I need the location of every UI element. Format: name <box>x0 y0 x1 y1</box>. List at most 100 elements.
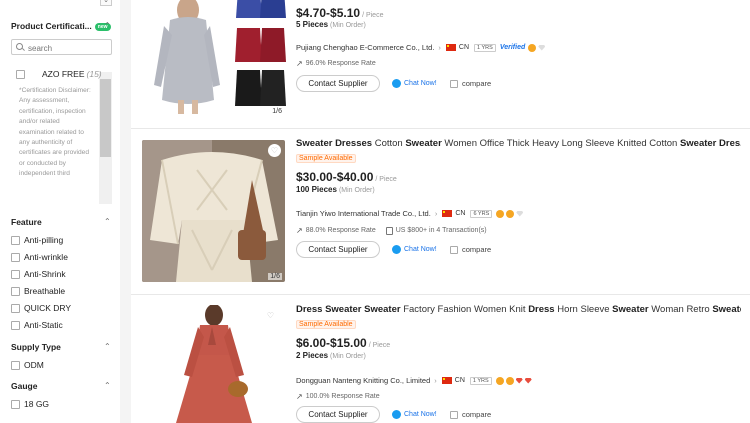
option-label: Anti-Shrink <box>24 269 66 279</box>
gauge-heading[interactable]: Gauge <box>11 381 37 391</box>
checkbox[interactable] <box>11 269 20 279</box>
checkbox[interactable] <box>11 399 20 409</box>
chat-bubble-icon <box>392 245 401 254</box>
scrollbar-thumb[interactable] <box>100 79 111 157</box>
favorite-heart-icon[interactable]: ♡ <box>268 144 281 157</box>
chat-now-button[interactable]: Chat Now! <box>392 79 437 88</box>
product-price: $30.00-$40.00/ Piece <box>296 170 397 184</box>
certification-disclaimer: *Certification Disclaimer: Any assessmen… <box>19 87 91 178</box>
certification-search-input[interactable] <box>11 39 112 55</box>
chat-bubble-icon <box>392 79 401 88</box>
supply-type-heading[interactable]: Supply Type <box>11 342 61 352</box>
divider <box>131 294 750 295</box>
response-arrow-icon: ↗ <box>296 226 303 235</box>
chat-label: Chat Now! <box>404 411 437 418</box>
checkbox[interactable] <box>11 286 20 296</box>
title-part: Cotton <box>372 138 406 149</box>
product-photo <box>148 0 287 117</box>
feature-option-anti-static[interactable]: Anti-Static <box>11 320 63 330</box>
option-label: ODM <box>24 360 44 370</box>
min-order: 2 Pieces (Min Order) <box>296 351 366 360</box>
title-part: Factory Fashion Women Knit <box>400 304 529 315</box>
product-image[interactable]: ♡ 1/6 <box>142 140 285 282</box>
title-part: Sweater <box>612 304 649 315</box>
moq-value: 100 Pieces <box>296 185 337 194</box>
response-rate-text: 96.0% Response Rate <box>305 60 376 67</box>
certification-filter-heading[interactable]: Product Certificati... new <box>11 21 111 31</box>
compare-label: compare <box>462 245 492 254</box>
supplier-name-link[interactable]: Dongguan Nanteng Knitting Co., Limited <box>296 376 430 385</box>
title-part: Woman Retro <box>648 304 713 315</box>
chat-now-button[interactable]: Chat Now! <box>392 245 437 254</box>
compare-toggle[interactable]: compare <box>450 410 491 419</box>
feature-option-anti-wrinkle[interactable]: Anti-wrinkle <box>11 252 68 262</box>
favorite-heart-icon[interactable]: ♡ <box>264 309 277 322</box>
response-rate: ↗ 88.0% Response Rate US $800+ in 4 Trans… <box>296 226 487 235</box>
compare-checkbox[interactable] <box>450 79 458 88</box>
product-photo <box>148 305 281 423</box>
checkbox[interactable] <box>11 320 20 330</box>
compare-checkbox[interactable] <box>450 245 458 254</box>
sample-available-badge: Sample Available <box>296 320 356 329</box>
diamond-icon <box>538 44 546 51</box>
gold-medal-icon <box>528 43 537 52</box>
supplier-name-link[interactable]: Pujiang Chenghao E-Commerce Co., Ltd. <box>296 43 434 52</box>
supply-option-odm[interactable]: ODM <box>11 360 44 370</box>
chevron-up-icon[interactable]: ⌃ <box>104 381 111 390</box>
feature-option-anti-pilling[interactable]: Anti-pilling <box>11 235 63 245</box>
compare-toggle[interactable]: compare <box>450 79 491 88</box>
title-part: Sweater Dresses <box>296 138 373 149</box>
cert-option-label: AZO FREE <box>42 69 85 79</box>
title-part: Horn Sleeve <box>554 304 613 315</box>
product-title-link[interactable]: Sweater Dresses Cotton Sweater Women Off… <box>296 138 741 149</box>
years-badge: 6 YRS <box>470 209 493 218</box>
option-label: Anti-pilling <box>24 235 64 245</box>
feature-heading[interactable]: Feature <box>11 217 42 227</box>
checkbox[interactable] <box>11 360 20 370</box>
product-image[interactable]: 1/6 <box>148 0 287 117</box>
compare-checkbox[interactable] <box>450 410 458 419</box>
price-unit: / Piece <box>375 176 397 183</box>
contact-supplier-button[interactable]: Contact Supplier <box>296 241 380 258</box>
option-label: 18 GG <box>24 399 50 409</box>
title-part: Dress <box>296 304 323 315</box>
response-rate-text: 100.0% Response Rate <box>305 393 380 400</box>
compare-label: compare <box>462 410 492 419</box>
chat-bubble-icon <box>392 410 401 419</box>
checkbox[interactable] <box>11 235 20 245</box>
product-title-link[interactable]: Dress Sweater Sweater Factory Fashion Wo… <box>296 304 741 315</box>
feature-option-anti-shrink[interactable]: Anti-Shrink <box>11 269 66 279</box>
chevron-right-icon: › <box>434 209 438 218</box>
contact-supplier-button[interactable]: Contact Supplier <box>296 75 380 92</box>
supplier-row: Tianjin Yiwo International Trade Co., Lt… <box>296 209 525 218</box>
chevron-up-icon[interactable]: ⌃ <box>104 217 111 226</box>
product-image[interactable]: ♡ <box>148 305 281 423</box>
supplier-name-link[interactable]: Tianjin Yiwo International Trade Co., Lt… <box>296 209 431 218</box>
chat-now-button[interactable]: Chat Now! <box>392 410 437 419</box>
cert-option-azo-free[interactable]: AZO FREE (15) <box>16 69 102 79</box>
checkbox[interactable] <box>16 69 25 79</box>
feature-option-quick-dry[interactable]: QUICK DRY <box>11 303 71 313</box>
checkbox[interactable] <box>11 303 20 313</box>
title-part: Sweater Sweater <box>325 304 401 315</box>
feature-option-breathable[interactable]: Breathable <box>11 286 65 296</box>
checkbox[interactable] <box>11 252 20 262</box>
verified-badge[interactable]: Verified <box>500 44 525 51</box>
gauge-option-18gg[interactable]: 18 GG <box>11 399 49 409</box>
gold-medal-icon <box>505 376 514 385</box>
price-range: $4.70-$5.10 <box>296 6 361 20</box>
contact-supplier-button[interactable]: Contact Supplier <box>296 406 380 423</box>
min-order: 100 Pieces (Min Order) <box>296 185 375 194</box>
price-unit: / Piece <box>368 342 391 349</box>
sample-available-badge: Sample Available <box>296 154 356 163</box>
response-arrow-icon: ↗ <box>296 392 303 401</box>
product-list: 1/6 $4.70-$5.10/ Piece 5 Pieces (Min Orde… <box>131 0 750 423</box>
chevron-up-icon[interactable]: ⌃ <box>104 21 111 30</box>
country-code: CN <box>458 44 470 51</box>
compare-toggle[interactable]: compare <box>450 245 491 254</box>
collapse-chevron-icon[interactable]: ⌄ <box>100 0 112 6</box>
chevron-up-icon[interactable]: ⌃ <box>104 342 111 351</box>
search-icon <box>16 43 23 50</box>
supplier-row: Dongguan Nanteng Knitting Co., Limited › … <box>296 376 534 385</box>
china-flag-icon <box>441 377 452 384</box>
